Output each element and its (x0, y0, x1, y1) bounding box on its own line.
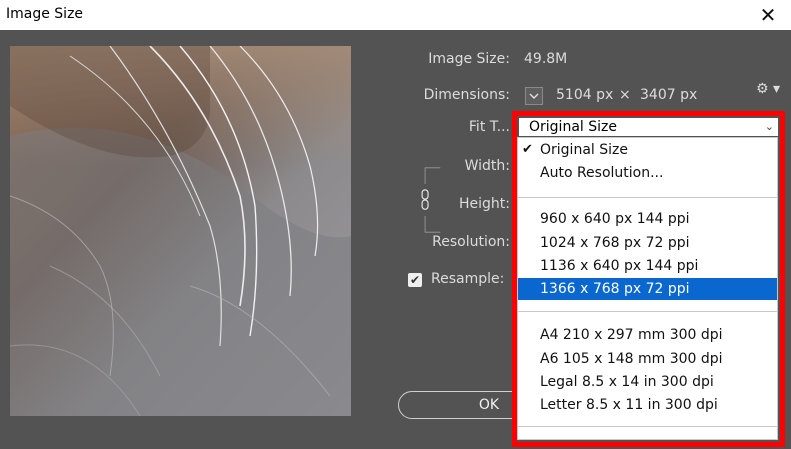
dimensions-label: Dimensions: (423, 87, 510, 103)
image-size-value: 49.8M (524, 51, 568, 67)
link-icon (420, 187, 430, 213)
resample-checkbox[interactable]: ✔ (408, 273, 422, 287)
dimensions-width-value: 5104 px (556, 87, 614, 103)
dimensions-units-dropdown[interactable] (525, 87, 543, 105)
image-preview[interactable] (10, 46, 351, 416)
constrain-proportions-link[interactable] (420, 162, 442, 238)
chevron-down-icon (529, 93, 539, 99)
fur-preview-image (10, 46, 351, 416)
image-size-label: Image Size: (428, 51, 510, 67)
close-icon[interactable]: ✕ (745, 0, 791, 30)
dimensions-times: × (619, 87, 631, 103)
title-bar: Image Size ✕ (0, 0, 791, 30)
fit-to-label: Fit T... (468, 119, 510, 135)
annotation-highlight-frame (512, 111, 785, 447)
resolution-label: Resolution: (432, 234, 510, 250)
window-title: Image Size (6, 6, 84, 22)
gear-icon[interactable]: ⚙ ▾ (756, 81, 780, 97)
dimensions-height-value: 3407 px (640, 87, 698, 103)
resample-label: Resample: (431, 271, 505, 287)
